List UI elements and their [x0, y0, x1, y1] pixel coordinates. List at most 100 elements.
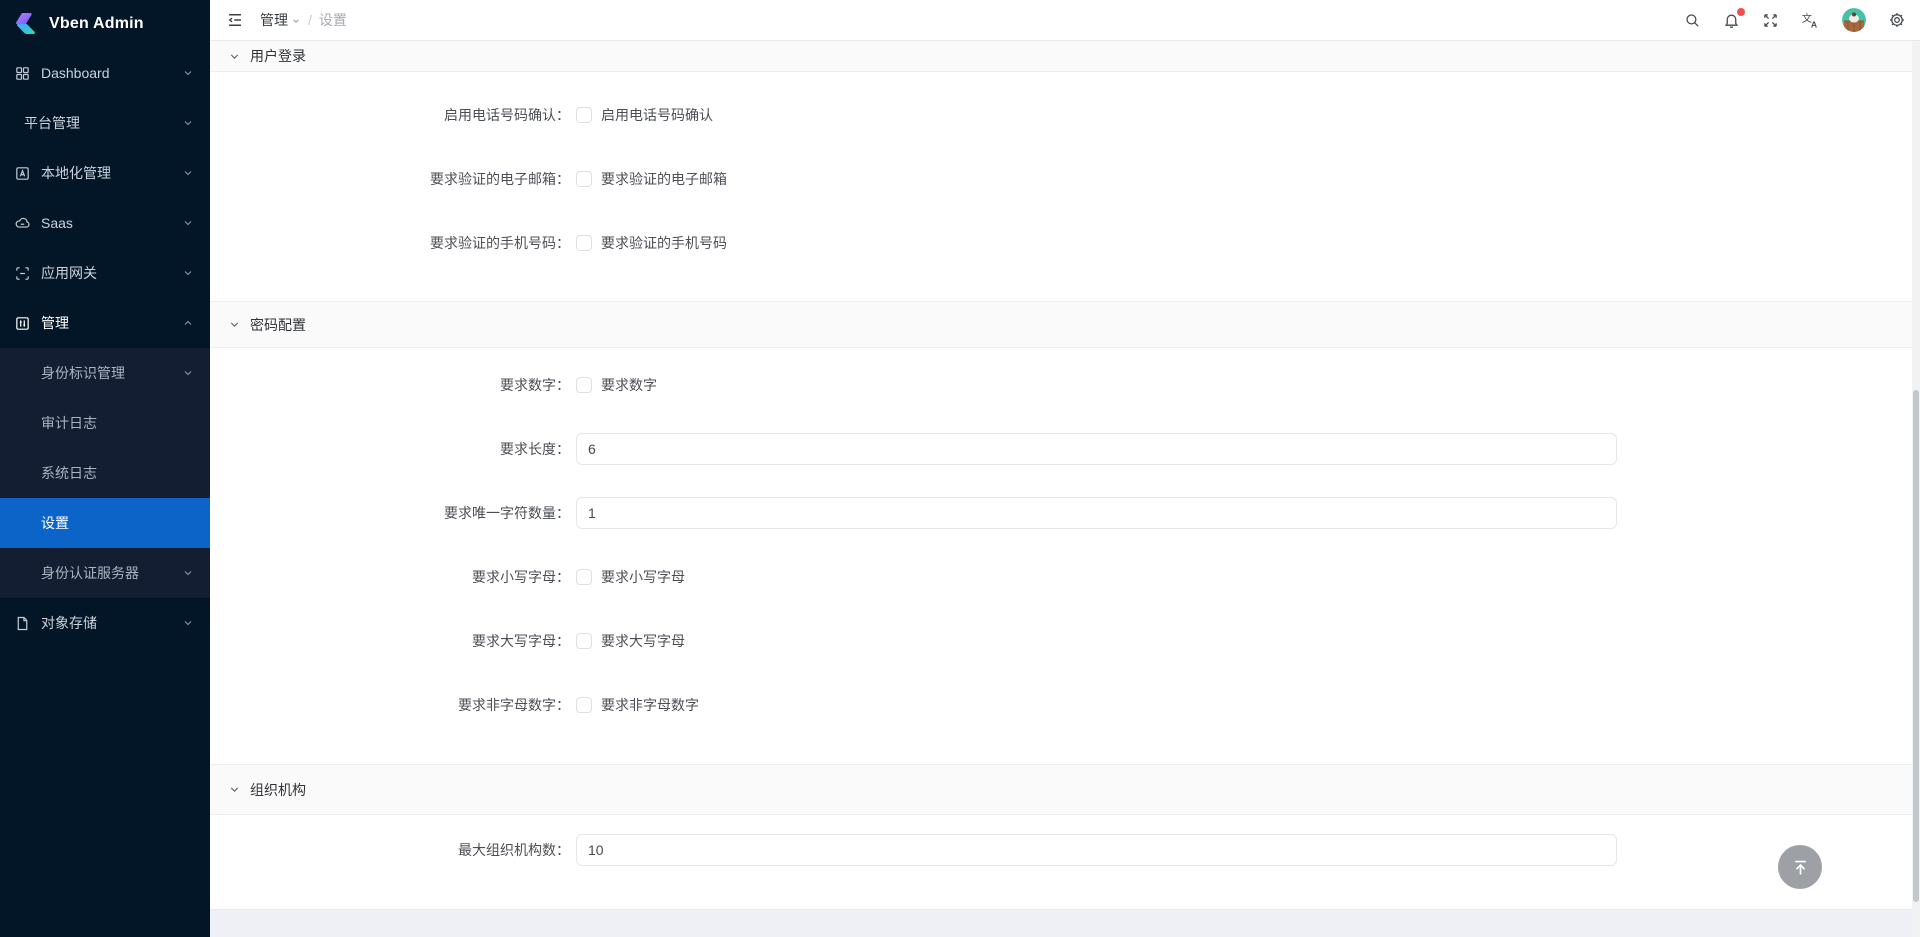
chevron-down-icon	[182, 567, 194, 579]
form-row: 要求数字： 要求数字	[210, 369, 1920, 401]
sidebar-item-settings[interactable]: 设置	[0, 498, 210, 548]
sidebar-item-label: 身份标识管理	[41, 363, 182, 383]
form-row: 要求非字母数字： 要求非字母数字	[210, 689, 1920, 721]
form-row: 最大组织机构数：	[210, 834, 1920, 866]
sidebar-item-saas[interactable]: Saas	[0, 198, 210, 248]
checkbox-label[interactable]: 要求验证的手机号码	[601, 233, 727, 253]
form-row: 要求长度：	[210, 433, 1920, 465]
form-row: 要求验证的电子邮箱： 要求验证的电子邮箱	[210, 163, 1920, 195]
enable-phone-confirm-checkbox[interactable]	[576, 107, 592, 123]
sidebar-item-app-gateway[interactable]: 应用网关	[0, 248, 210, 298]
scrollbar-thumb[interactable]	[1913, 390, 1919, 902]
sidebar-menu: Dashboard 平台管理 本地化管理	[0, 48, 210, 648]
chevron-down-icon	[182, 217, 194, 229]
breadcrumb-parent-label: 管理	[260, 10, 288, 30]
dashboard-icon	[14, 65, 31, 82]
sidebar-item-object-storage[interactable]: 对象存储	[0, 598, 210, 648]
search-icon[interactable]	[1684, 12, 1701, 29]
breadcrumb: 管理 / 设置	[260, 10, 347, 30]
required-length-input[interactable]	[576, 433, 1617, 465]
app-logo[interactable]: Vben Admin	[0, 0, 210, 48]
checkbox-label[interactable]: 要求验证的电子邮箱	[601, 169, 727, 189]
section-header-organization[interactable]: 组织机构	[210, 765, 1920, 815]
chevron-down-icon	[228, 50, 241, 63]
management-icon	[14, 315, 31, 332]
sidebar-item-system-logs[interactable]: 系统日志	[0, 448, 210, 498]
field-label: 最大组织机构数：	[210, 840, 570, 860]
form-row: 启用电话号码确认： 启用电话号码确认	[210, 99, 1920, 131]
require-confirmed-email-checkbox[interactable]	[576, 171, 592, 187]
sidebar-item-label: Dashboard	[41, 65, 182, 81]
require-uppercase-checkbox[interactable]	[576, 633, 592, 649]
sidebar-item-label: 对象存储	[41, 613, 182, 633]
checkbox-label[interactable]: 要求小写字母	[601, 567, 685, 587]
max-org-count-input[interactable]	[576, 834, 1617, 866]
notification-bell-icon[interactable]	[1723, 12, 1740, 29]
field-label: 要求唯一字符数量：	[210, 503, 570, 523]
require-digit-checkbox[interactable]	[576, 377, 592, 393]
sidebar-item-audit-logs[interactable]: 审计日志	[0, 398, 210, 448]
sidebar-item-identity-management[interactable]: 身份标识管理	[0, 348, 210, 398]
field-label: 要求非字母数字：	[210, 695, 570, 715]
user-avatar[interactable]	[1842, 8, 1866, 32]
section-header-password-config[interactable]: 密码配置	[210, 302, 1920, 348]
vertical-scrollbar	[1912, 41, 1920, 937]
gateway-icon	[14, 265, 31, 282]
sidebar-item-label: 平台管理	[24, 113, 182, 133]
sidebar-collapse-icon[interactable]	[226, 11, 244, 29]
fullscreen-icon[interactable]	[1762, 12, 1779, 29]
form-row: 要求大写字母： 要求大写字母	[210, 625, 1920, 657]
sidebar-item-label: 应用网关	[41, 263, 182, 283]
chevron-down-icon	[182, 117, 194, 129]
saas-cloud-icon	[14, 215, 31, 232]
sidebar-item-auth-server[interactable]: 身份认证服务器	[0, 548, 210, 598]
chevron-down-icon	[228, 783, 241, 796]
settings-gear-icon[interactable]	[1888, 11, 1906, 29]
sidebar-item-label: 本地化管理	[41, 163, 182, 183]
chevron-down-icon	[182, 367, 194, 379]
chevron-down-icon	[182, 167, 194, 179]
field-label: 要求数字：	[210, 375, 570, 395]
form-row: 要求小写字母： 要求小写字母	[210, 561, 1920, 593]
sidebar-item-label: 管理	[41, 313, 182, 333]
localization-icon	[14, 165, 31, 182]
require-lowercase-checkbox[interactable]	[576, 569, 592, 585]
checkbox-label[interactable]: 要求大写字母	[601, 631, 685, 651]
form-row: 要求唯一字符数量：	[210, 497, 1920, 529]
breadcrumb-separator: /	[308, 12, 312, 28]
top-bar-actions: 文 A	[1684, 8, 1906, 32]
field-label: 要求长度：	[210, 439, 570, 459]
chevron-down-icon	[291, 16, 301, 26]
require-confirmed-phone-checkbox[interactable]	[576, 235, 592, 251]
sidebar-item-label: 设置	[41, 513, 194, 533]
section-title: 组织机构	[250, 780, 306, 800]
chevron-down-icon	[182, 67, 194, 79]
chevron-down-icon	[228, 318, 241, 331]
section-body-user-login: 启用电话号码确认： 启用电话号码确认 要求验证的电子邮箱： 要求验证的电子邮箱 …	[210, 72, 1920, 302]
require-non-alphanumeric-checkbox[interactable]	[576, 697, 592, 713]
checkbox-label[interactable]: 要求数字	[601, 375, 657, 395]
app-title: Vben Admin	[49, 15, 144, 33]
sidebar-item-platform-management[interactable]: 平台管理	[0, 98, 210, 148]
section-title: 密码配置	[250, 315, 306, 335]
chevron-down-icon	[182, 617, 194, 629]
management-submenu: 身份标识管理 审计日志 系统日志 设置 身份认证服务器	[0, 348, 210, 598]
field-label: 要求大写字母：	[210, 631, 570, 651]
sidebar-item-dashboard[interactable]: Dashboard	[0, 48, 210, 98]
settings-page: 用户登录 启用电话号码确认： 启用电话号码确认 要求验证的电子邮箱： 要求验证的…	[210, 41, 1920, 937]
back-to-top-button[interactable]	[1778, 845, 1822, 889]
sidebar-item-label: 审计日志	[41, 413, 194, 433]
section-body-organization: 最大组织机构数：	[210, 815, 1920, 910]
sidebar-item-localization[interactable]: 本地化管理	[0, 148, 210, 198]
breadcrumb-parent[interactable]: 管理	[260, 10, 301, 30]
sidebar-item-label: Saas	[41, 215, 182, 231]
checkbox-label[interactable]: 启用电话号码确认	[601, 105, 713, 125]
sidebar-item-management[interactable]: 管理	[0, 298, 210, 348]
translate-icon[interactable]: 文 A	[1801, 11, 1820, 30]
sidebar-item-label: 身份认证服务器	[41, 563, 182, 583]
section-title: 用户登录	[250, 46, 306, 66]
chevron-up-icon	[182, 317, 194, 329]
checkbox-label[interactable]: 要求非字母数字	[601, 695, 699, 715]
section-header-user-login[interactable]: 用户登录	[210, 41, 1920, 72]
required-unique-chars-input[interactable]	[576, 497, 1617, 529]
